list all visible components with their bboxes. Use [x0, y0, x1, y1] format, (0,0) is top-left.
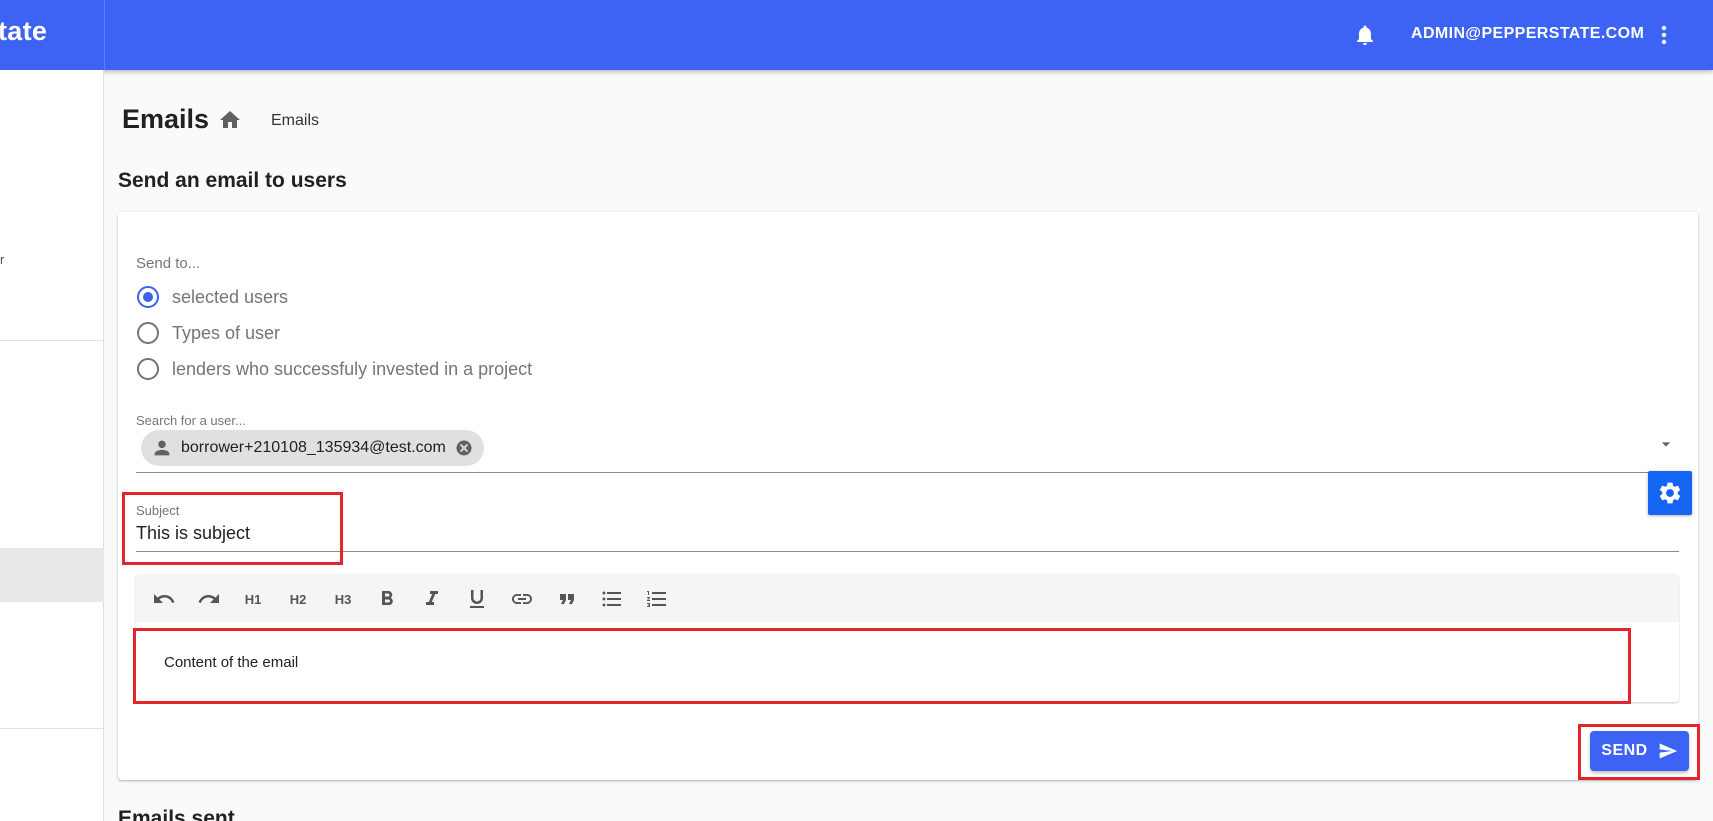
page-title: Emails	[122, 104, 210, 134]
selected-user-chip[interactable]: borrower+210108_135934@test.com	[141, 430, 484, 466]
emails-sent-title: Emails sent	[118, 807, 235, 821]
underline-icon[interactable]	[464, 586, 490, 612]
radio-button[interactable]	[137, 322, 159, 344]
chip-label: borrower+210108_135934@test.com	[181, 439, 446, 456]
radio-selected-users[interactable]: selected users	[137, 283, 288, 311]
send-button[interactable]: SEND	[1590, 731, 1689, 771]
link-icon[interactable]	[509, 586, 535, 612]
bullet-list-icon[interactable]	[599, 586, 625, 612]
radio-types-of-user[interactable]: Types of user	[137, 319, 280, 347]
undo-icon[interactable]	[151, 586, 177, 612]
italic-icon[interactable]	[419, 586, 445, 612]
subject-label: Subject	[136, 503, 180, 518]
radio-label: lenders who successfuly invested in a pr…	[172, 358, 533, 379]
sidebar-divider	[0, 728, 104, 729]
app-bar: tate ADMIN@PEPPERSTATE.COM	[0, 0, 1713, 70]
subject-input[interactable]: This is subject	[136, 523, 250, 544]
quote-icon[interactable]	[554, 586, 580, 612]
home-icon[interactable]	[218, 108, 242, 132]
radio-label: selected users	[172, 286, 289, 307]
rich-text-editor: H1 H2 H3 Content of the email	[136, 574, 1679, 702]
sidebar: r	[0, 70, 104, 821]
subject-underline	[136, 551, 1679, 552]
notification-bell-icon[interactable]	[1353, 23, 1377, 47]
send-button-label: SEND	[1601, 742, 1648, 759]
remove-chip-icon[interactable]	[454, 438, 474, 458]
ordered-list-icon[interactable]	[644, 586, 670, 612]
breadcrumb: Emails	[271, 112, 320, 129]
more-vert-icon[interactable]	[1652, 23, 1676, 47]
brand-divider	[104, 0, 105, 70]
send-icon	[1659, 743, 1677, 759]
sidebar-item-active[interactable]	[0, 548, 104, 602]
radio-lenders-invested[interactable]: lenders who successfuly invested in a pr…	[137, 355, 532, 383]
person-icon	[154, 440, 170, 456]
radio-button[interactable]	[137, 286, 159, 308]
heading-1-button[interactable]: H1	[240, 586, 266, 612]
settings-button[interactable]	[1648, 471, 1692, 515]
sidebar-text-fragment: r	[0, 252, 5, 267]
radio-label: Types of user	[172, 322, 281, 343]
section-title: Send an email to users	[118, 169, 347, 192]
dropdown-arrow-icon[interactable]	[1656, 434, 1676, 454]
gear-icon	[1659, 482, 1681, 504]
heading-3-button[interactable]: H3	[330, 586, 356, 612]
redo-icon[interactable]	[196, 586, 222, 612]
bold-icon[interactable]	[374, 586, 400, 612]
editor-toolbar: H1 H2 H3	[136, 574, 1679, 622]
heading-2-button[interactable]: H2	[285, 586, 311, 612]
sidebar-divider	[0, 340, 104, 341]
brand-logo[interactable]: tate	[0, 16, 47, 47]
search-user-label: Search for a user...	[136, 413, 246, 428]
editor-content[interactable]: Content of the email	[164, 654, 298, 671]
send-to-label: Send to...	[136, 255, 201, 272]
account-menu[interactable]: ADMIN@PEPPERSTATE.COM	[1411, 25, 1644, 43]
radio-button[interactable]	[137, 358, 159, 380]
search-user-field[interactable]	[136, 472, 1679, 473]
